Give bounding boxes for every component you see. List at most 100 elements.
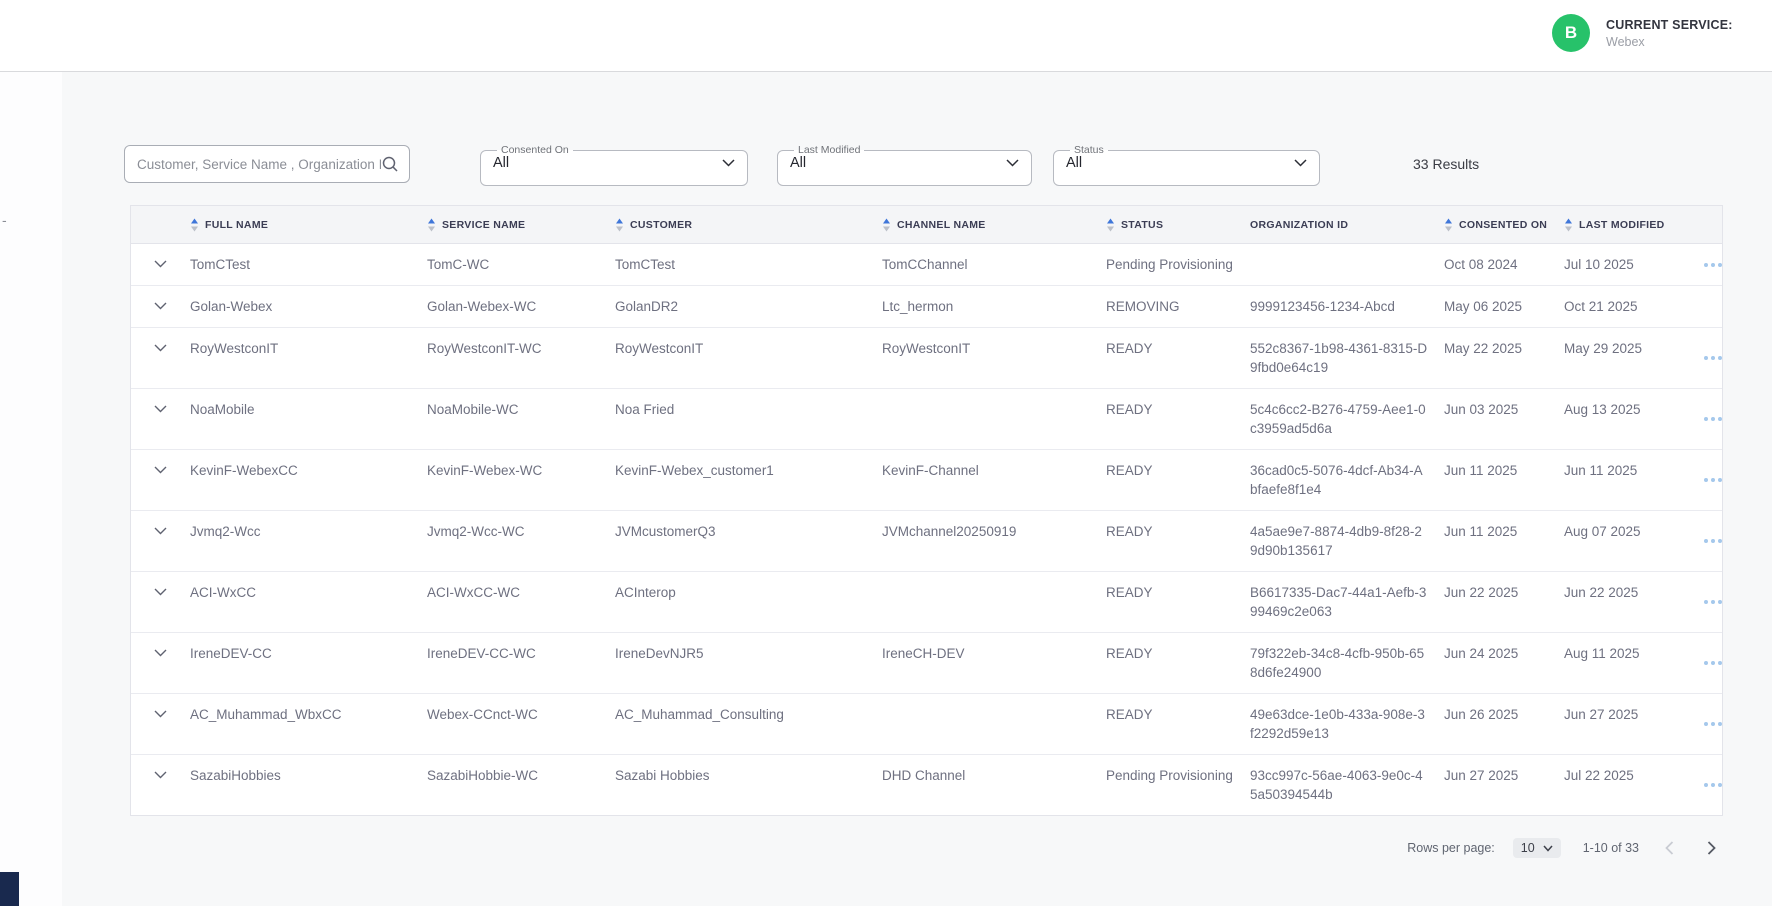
- table-row: NoaMobile NoaMobile-WC Noa Fried READY 5…: [131, 389, 1722, 450]
- cell-service-name: NoaMobile-WC: [427, 389, 615, 430]
- row-expander[interactable]: [131, 286, 190, 310]
- filter-status[interactable]: Status All: [1053, 144, 1320, 186]
- row-menu-button[interactable]: [1691, 661, 1722, 665]
- row-expander[interactable]: [131, 244, 190, 268]
- current-service-value: Webex: [1606, 35, 1733, 49]
- ellipsis-icon: [1704, 263, 1722, 267]
- table-row: KevinF-WebexCC KevinF-Webex-WC KevinF-We…: [131, 450, 1722, 511]
- cell-full-name: RoyWestconIT: [190, 328, 427, 369]
- cell-full-name: NoaMobile: [190, 389, 427, 430]
- sort-icon[interactable]: [1444, 218, 1453, 232]
- column-header-customer[interactable]: CUSTOMER: [615, 218, 882, 232]
- cell-customer: AC_Muhammad_Consulting: [615, 694, 882, 735]
- filter-last-modified[interactable]: Last Modified All: [777, 144, 1032, 186]
- filter-consented-on[interactable]: Consented On All: [480, 144, 748, 186]
- cell-consented-on: Jun 11 2025: [1444, 450, 1564, 491]
- row-menu-button[interactable]: [1691, 356, 1722, 360]
- row-expander[interactable]: [131, 755, 190, 779]
- row-menu-button[interactable]: [1691, 600, 1722, 604]
- row-menu-button[interactable]: [1691, 478, 1722, 482]
- sort-icon[interactable]: [190, 218, 199, 232]
- cell-organization-id: 36cad0c5-5076-4dcf-Ab34-Abfaefe8f1e4: [1250, 450, 1444, 510]
- sort-icon[interactable]: [427, 218, 436, 232]
- ellipsis-icon: [1704, 478, 1722, 482]
- row-expander[interactable]: [131, 572, 190, 596]
- column-header-full-name[interactable]: FULL NAME: [190, 218, 427, 232]
- chevron-down-icon: [154, 344, 167, 352]
- ellipsis-icon: [1704, 722, 1722, 726]
- search-input[interactable]: [137, 157, 381, 172]
- current-service-text: CURRENT SERVICE: Webex: [1606, 18, 1733, 49]
- column-header-consented-on[interactable]: CONSENTED ON: [1444, 218, 1564, 232]
- cell-full-name: ACI-WxCC: [190, 572, 427, 613]
- chevron-down-icon: [1006, 159, 1019, 167]
- column-header-label: ORGANIZATION ID: [1250, 219, 1348, 231]
- chevron-down-icon: [154, 405, 167, 413]
- column-header-organization-id[interactable]: ORGANIZATION ID: [1250, 219, 1444, 231]
- filter-last-modified-value: All: [790, 155, 806, 171]
- cell-customer: RoyWestconIT: [615, 328, 882, 369]
- row-menu-button[interactable]: [1691, 263, 1722, 267]
- left-sidebar-strip: -: [0, 72, 62, 906]
- sort-icon[interactable]: [882, 218, 891, 232]
- cell-full-name: SazabiHobbies: [190, 755, 427, 796]
- cell-customer: IreneDevNJR5: [615, 633, 882, 674]
- cell-last-modified: May 29 2025: [1564, 328, 1691, 369]
- row-menu-button[interactable]: [1691, 722, 1722, 726]
- column-header-status[interactable]: STATUS: [1106, 218, 1250, 232]
- table-header-row: FULL NAME SERVICE NAME CUSTOMER CHANNEL …: [131, 206, 1722, 244]
- row-expander[interactable]: [131, 328, 190, 352]
- sort-icon[interactable]: [1564, 218, 1573, 232]
- column-header-label: FULL NAME: [205, 219, 268, 231]
- next-page-button[interactable]: [1699, 836, 1723, 860]
- cell-status: READY: [1106, 511, 1250, 552]
- cell-consented-on: Jun 24 2025: [1444, 633, 1564, 674]
- cell-customer: JVMcustomerQ3: [615, 511, 882, 552]
- cell-customer: Sazabi Hobbies: [615, 755, 882, 796]
- cell-service-name: Webex-CCnct-WC: [427, 694, 615, 735]
- sort-icon[interactable]: [1106, 218, 1115, 232]
- rows-per-page-select[interactable]: 10: [1513, 838, 1561, 858]
- chevron-down-icon: [154, 771, 167, 779]
- column-header-label: SERVICE NAME: [442, 219, 525, 231]
- table-row: SazabiHobbies SazabiHobbie-WC Sazabi Hob…: [131, 755, 1722, 815]
- cell-channel-name: JVMchannel20250919: [882, 511, 1106, 552]
- cell-last-modified: Jun 11 2025: [1564, 450, 1691, 491]
- cell-last-modified: Jun 27 2025: [1564, 694, 1691, 735]
- cell-service-name: IreneDEV-CC-WC: [427, 633, 615, 674]
- cell-last-modified: Aug 07 2025: [1564, 511, 1691, 552]
- cell-organization-id: B6617335-Dac7-44a1-Aefb-399469c2e063: [1250, 572, 1444, 632]
- column-header-service-name[interactable]: SERVICE NAME: [427, 218, 615, 232]
- column-header-last-modified[interactable]: LAST MODIFIED: [1564, 218, 1691, 232]
- cell-channel-name: [882, 572, 1106, 594]
- cell-consented-on: May 06 2025: [1444, 286, 1564, 327]
- cell-consented-on: Jun 26 2025: [1444, 694, 1564, 735]
- search-box: [124, 145, 410, 183]
- sort-icon[interactable]: [615, 218, 624, 232]
- current-service-label: CURRENT SERVICE:: [1606, 18, 1733, 32]
- current-service-chip[interactable]: B CURRENT SERVICE: Webex: [1552, 14, 1733, 52]
- cell-channel-name: IreneCH-DEV: [882, 633, 1106, 674]
- row-menu-button[interactable]: [1691, 539, 1722, 543]
- row-expander[interactable]: [131, 511, 190, 535]
- previous-page-button[interactable]: [1657, 836, 1681, 860]
- column-header-channel-name[interactable]: CHANNEL NAME: [882, 218, 1106, 232]
- search-icon[interactable]: [381, 155, 399, 173]
- cell-customer: ACInterop: [615, 572, 882, 613]
- cell-last-modified: Aug 13 2025: [1564, 389, 1691, 430]
- row-expander[interactable]: [131, 450, 190, 474]
- avatar[interactable]: B: [1552, 14, 1590, 52]
- row-expander[interactable]: [131, 389, 190, 413]
- sidebar-collapse-dash[interactable]: -: [2, 212, 7, 228]
- table-body: TomCTest TomC-WC TomCTest TomCChannel Pe…: [131, 244, 1722, 815]
- sidebar-bottom-strip: [0, 872, 19, 906]
- cell-full-name: Golan-Webex: [190, 286, 427, 327]
- row-expander[interactable]: [131, 694, 190, 718]
- row-menu-button[interactable]: [1691, 783, 1722, 787]
- row-menu-button[interactable]: [1691, 417, 1722, 421]
- cell-customer: KevinF-Webex_customer1: [615, 450, 882, 491]
- results-count: 33 Results: [1413, 156, 1479, 172]
- cell-status: READY: [1106, 450, 1250, 491]
- row-expander[interactable]: [131, 633, 190, 657]
- column-header-label: CUSTOMER: [630, 219, 692, 231]
